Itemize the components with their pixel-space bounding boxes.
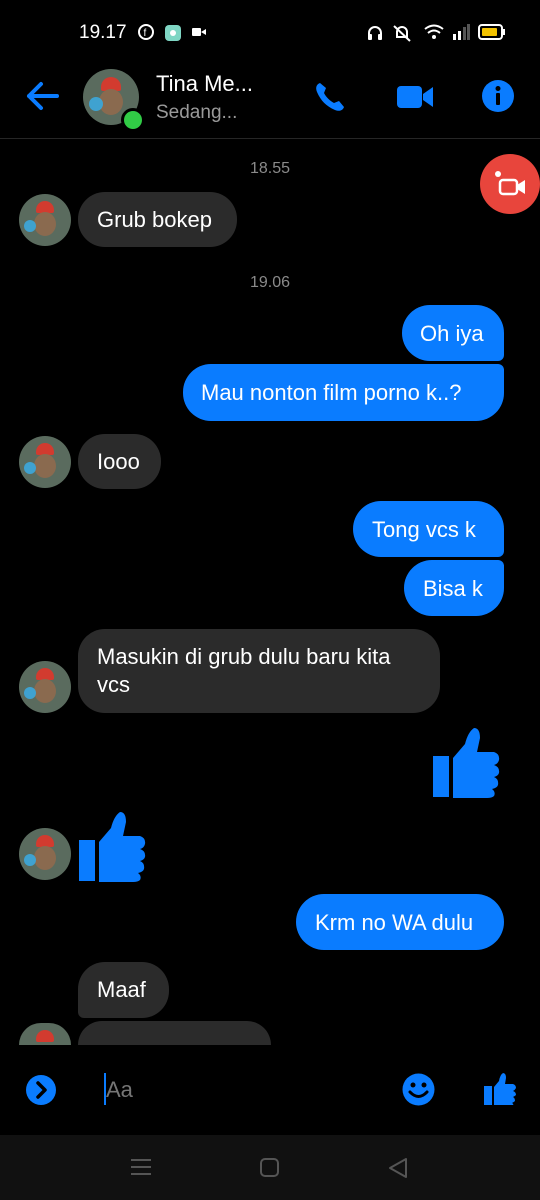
back-arrow-icon[interactable] — [24, 80, 60, 112]
svg-text:f: f — [144, 28, 147, 39]
like-sticker-incoming[interactable] — [78, 808, 148, 882]
home-icon[interactable] — [260, 1158, 280, 1178]
wifi-icon — [424, 24, 444, 39]
message-incoming[interactable]: Masukin di grub dulu baru kita vcs — [78, 629, 440, 713]
video-call-icon[interactable] — [396, 83, 434, 111]
phone-icon[interactable] — [313, 80, 347, 114]
menu-icon[interactable] — [131, 1158, 151, 1176]
contact-avatar-small — [19, 661, 71, 713]
status-bar: 19.17 f — [0, 0, 540, 66]
battery-icon — [478, 24, 505, 40]
message-outgoing[interactable]: Tong vcs k — [353, 501, 504, 557]
online-indicator — [121, 108, 145, 132]
camera-status-icon — [192, 28, 206, 36]
message-input[interactable] — [90, 1069, 398, 1111]
like-button-icon[interactable] — [483, 1072, 517, 1106]
system-nav-bar — [0, 1135, 540, 1200]
back-icon[interactable] — [387, 1157, 409, 1179]
composer-bar — [0, 1045, 540, 1135]
contact-avatar-small — [19, 1023, 71, 1045]
message-incoming[interactable]: Maaf — [78, 962, 169, 1018]
mute-icon — [393, 25, 411, 42]
message-incoming[interactable]: Grub bokep — [78, 192, 237, 247]
app-icon — [165, 25, 181, 41]
chat-header: Tina Me... Sedang... — [0, 66, 540, 139]
message-outgoing[interactable]: Mau nonton film porno k..? — [183, 364, 504, 421]
contact-name[interactable]: Tina Me... — [156, 71, 253, 97]
expand-actions-icon[interactable] — [25, 1074, 57, 1106]
message-outgoing[interactable]: Bisa k — [404, 560, 504, 616]
contact-avatar-small — [19, 436, 71, 488]
contact-avatar-small — [19, 194, 71, 246]
emoji-icon[interactable] — [402, 1073, 435, 1106]
facebook-icon: f — [138, 24, 154, 40]
message-outgoing[interactable]: Krm no WA dulu — [296, 894, 504, 950]
timestamp: 19.06 — [249, 274, 291, 291]
info-icon[interactable] — [482, 80, 514, 112]
signal-icon — [453, 24, 470, 40]
message-outgoing[interactable]: Oh iya — [402, 305, 504, 361]
message-incoming[interactable]: Iooo — [78, 434, 161, 489]
headset-icon — [368, 26, 382, 40]
like-sticker-outgoing[interactable] — [432, 726, 502, 798]
timestamp: 18.55 — [249, 160, 291, 177]
contact-status: Sedang... — [156, 102, 238, 123]
message-incoming-partial[interactable] — [78, 1021, 271, 1045]
contact-avatar-small — [19, 828, 71, 880]
status-time: 19.17 — [79, 22, 127, 43]
